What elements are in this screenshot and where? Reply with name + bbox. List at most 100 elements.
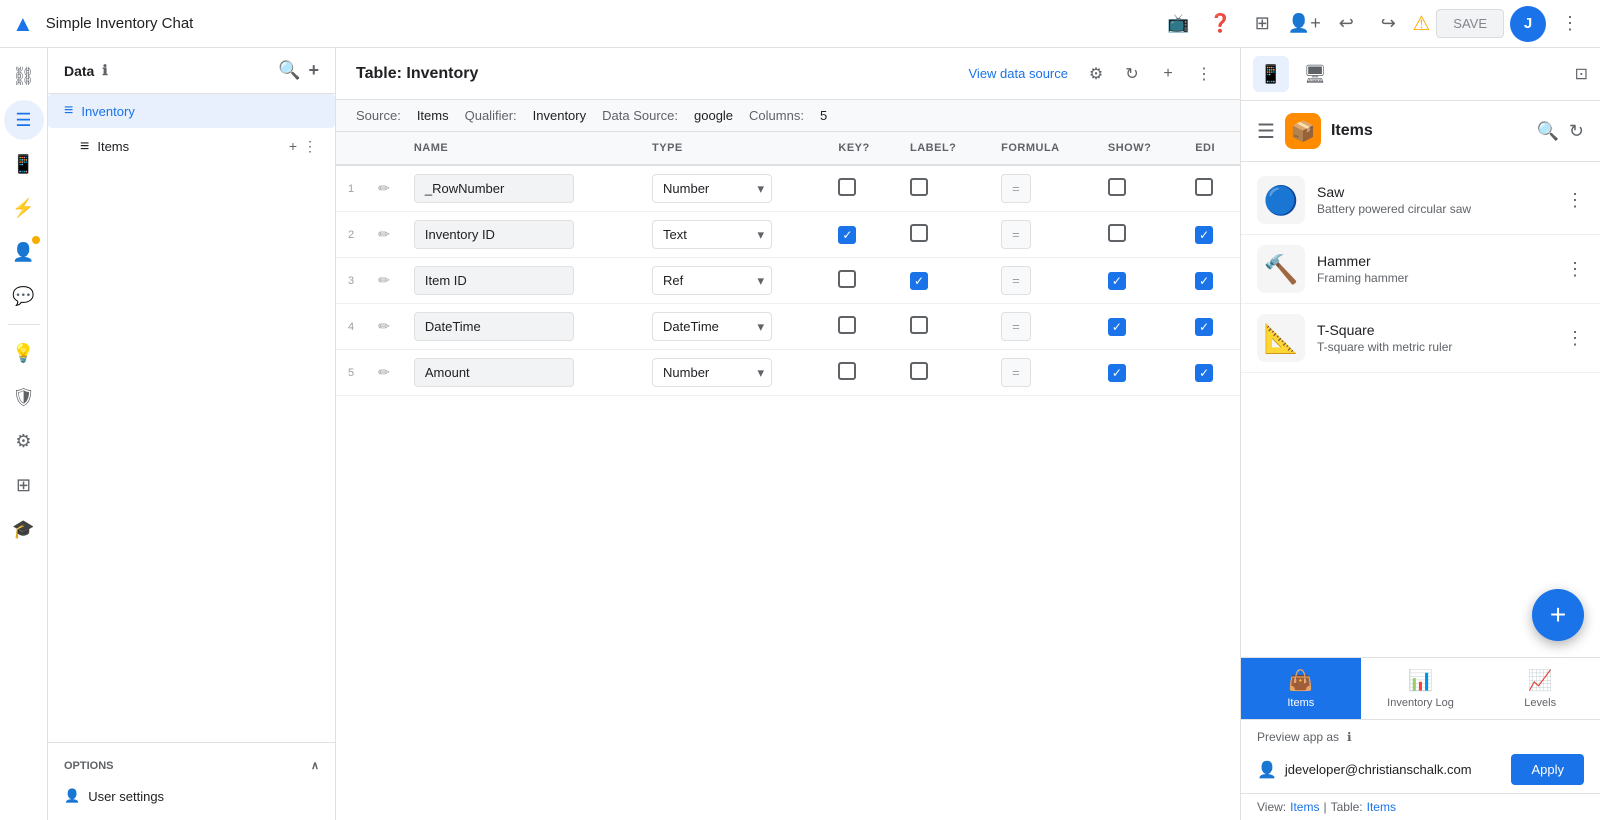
tab-items[interactable]: 👜 Items (1241, 658, 1361, 719)
sidebar-add-icon[interactable]: + (308, 60, 319, 81)
nav-chat-icon[interactable]: 💬 (4, 276, 44, 316)
field-name[interactable]: Item ID (414, 266, 574, 295)
preview-icon[interactable]: 📺 (1160, 6, 1196, 42)
table-icon[interactable]: ⊞ (1244, 6, 1280, 42)
col-name: NAME (402, 132, 640, 165)
list-item[interactable]: 📐 T-Square T-square with metric ruler ⋮ (1241, 304, 1600, 373)
name-cell: _RowNumber (402, 165, 640, 212)
items-panel-refresh-icon[interactable]: ↻ (1569, 121, 1584, 142)
datasource-label: Data Source: (602, 108, 678, 123)
sidebar-item-actions: + ⋮ (287, 136, 319, 157)
col-show: SHOW? (1096, 132, 1183, 165)
sidebar-item-inventory[interactable]: ≡ Inventory (48, 94, 335, 128)
sidebar-info-icon[interactable]: ℹ (102, 62, 107, 79)
edit-cell: ✏ (366, 304, 402, 350)
fab-add-button[interactable]: + (1532, 589, 1584, 641)
avatar[interactable]: J (1510, 6, 1546, 42)
nav-shield-icon[interactable]: 🛡 (4, 377, 44, 417)
row-num: 3 (336, 258, 366, 304)
view-data-source-link[interactable]: View data source (969, 66, 1069, 81)
formula-input[interactable]: = (1001, 312, 1031, 341)
content-settings-icon[interactable]: ⚙ (1080, 58, 1112, 90)
type-select[interactable]: Number (652, 174, 772, 203)
sidebar-item-items[interactable]: ≡ Items + ⋮ (48, 128, 335, 165)
list-item[interactable]: 🔵 Saw Battery powered circular saw ⋮ (1241, 166, 1600, 235)
more-options-icon[interactable]: ⋮ (1552, 6, 1588, 42)
nav-bulb-icon[interactable]: 💡 (4, 333, 44, 373)
item-more-icon[interactable]: ⋮ (1566, 190, 1584, 211)
items-panel-menu-icon[interactable]: ☰ (1257, 119, 1275, 144)
sidebar-item-more-icon[interactable]: ⋮ (301, 136, 319, 157)
panel-expand-icon[interactable]: ⊡ (1575, 64, 1588, 84)
warning-icon: ⚠ (1412, 11, 1430, 36)
table-link[interactable]: Items (1367, 800, 1396, 814)
row-edit-icon[interactable]: ✏ (378, 180, 390, 196)
apply-button[interactable]: Apply (1511, 754, 1584, 785)
nav-divider (8, 324, 40, 325)
nav-gear-icon[interactable]: ⚙ (4, 421, 44, 461)
view-link[interactable]: Items (1290, 800, 1319, 814)
sidebar-item-add-icon[interactable]: + (287, 136, 299, 157)
formula-input[interactable]: = (1001, 220, 1031, 249)
items-icon: ≡ (80, 138, 89, 156)
formula-cell: = (989, 350, 1096, 396)
tab-icon: 📊 (1408, 668, 1433, 693)
formula-input[interactable]: = (1001, 266, 1031, 295)
panel-tab-mobile[interactable]: 📱 (1253, 56, 1289, 92)
nav-mobile-icon[interactable]: 📱 (4, 144, 44, 184)
col-formula: FORMULA (989, 132, 1096, 165)
field-name[interactable]: _RowNumber (414, 174, 574, 203)
key-cell (826, 258, 898, 304)
type-select[interactable]: Ref (652, 266, 772, 295)
edit2-cell: ✓ (1183, 304, 1240, 350)
type-select[interactable]: Text (652, 220, 772, 249)
content-add-icon[interactable]: + (1152, 58, 1184, 90)
redo-icon[interactable]: ↪ (1370, 6, 1406, 42)
formula-input[interactable]: = (1001, 174, 1031, 203)
save-button[interactable]: SAVE (1436, 9, 1504, 38)
type-select-wrapper: Text (652, 220, 772, 249)
item-more-icon[interactable]: ⋮ (1566, 328, 1584, 349)
item-more-icon[interactable]: ⋮ (1566, 259, 1584, 280)
label-cell (898, 304, 989, 350)
preview-email-row: 👤 jdeveloper@christianschalk.com Apply (1241, 754, 1600, 793)
list-item[interactable]: 🔨 Hammer Framing hammer ⋮ (1241, 235, 1600, 304)
item-image: 🔨 (1257, 245, 1305, 293)
nav-grad-icon[interactable]: 🎓 (4, 509, 44, 549)
type-cell: Number (640, 165, 826, 212)
items-panel: ☰ 📦 Items 🔍 ↻ 🔵 Saw Battery powered circ… (1241, 101, 1600, 820)
row-edit-icon[interactable]: ✏ (378, 318, 390, 334)
formula-input[interactable]: = (1001, 358, 1031, 387)
key-cell (826, 304, 898, 350)
user-settings-item[interactable]: 👤 User settings (64, 780, 319, 812)
type-select[interactable]: Number (652, 358, 772, 387)
nav-users-icon[interactable]: 👤 (4, 232, 44, 272)
field-name[interactable]: Amount (414, 358, 574, 387)
row-edit-icon[interactable]: ✏ (378, 272, 390, 288)
help-icon[interactable]: ❓ (1202, 6, 1238, 42)
label-cell (898, 212, 989, 258)
content-more-icon[interactable]: ⋮ (1188, 58, 1220, 90)
options-toggle[interactable]: OPTIONS ∧ (64, 751, 319, 780)
app-logo: ▲ (12, 11, 34, 37)
nav-data-icon[interactable]: ☰ (4, 100, 44, 140)
type-cell: DateTime (640, 304, 826, 350)
row-edit-icon[interactable]: ✏ (378, 226, 390, 242)
panel-tab-desktop[interactable]: 🖥 (1297, 56, 1333, 92)
tab-levels[interactable]: 📈 Levels (1480, 658, 1600, 719)
preview-label: Preview app as (1257, 730, 1339, 744)
row-edit-icon[interactable]: ✏ (378, 364, 390, 380)
field-name[interactable]: DateTime (414, 312, 574, 341)
type-select[interactable]: DateTime (652, 312, 772, 341)
items-panel-search-icon[interactable]: 🔍 (1536, 121, 1558, 142)
table-container: NAME TYPE KEY? LABEL? FORMULA SHOW? EDI … (336, 132, 1240, 820)
nav-bolt-icon[interactable]: ⚡ (4, 188, 44, 228)
nav-connections-icon[interactable]: ⛓ (4, 56, 44, 96)
content-refresh-icon[interactable]: ↻ (1116, 58, 1148, 90)
nav-grid-icon[interactable]: ⊞ (4, 465, 44, 505)
field-name[interactable]: Inventory ID (414, 220, 574, 249)
sidebar-search-icon[interactable]: 🔍 (278, 60, 300, 81)
undo-icon[interactable]: ↩ (1328, 6, 1364, 42)
tab-inventory-log[interactable]: 📊 Inventory Log (1361, 658, 1481, 719)
share-icon[interactable]: 👤+ (1286, 6, 1322, 42)
